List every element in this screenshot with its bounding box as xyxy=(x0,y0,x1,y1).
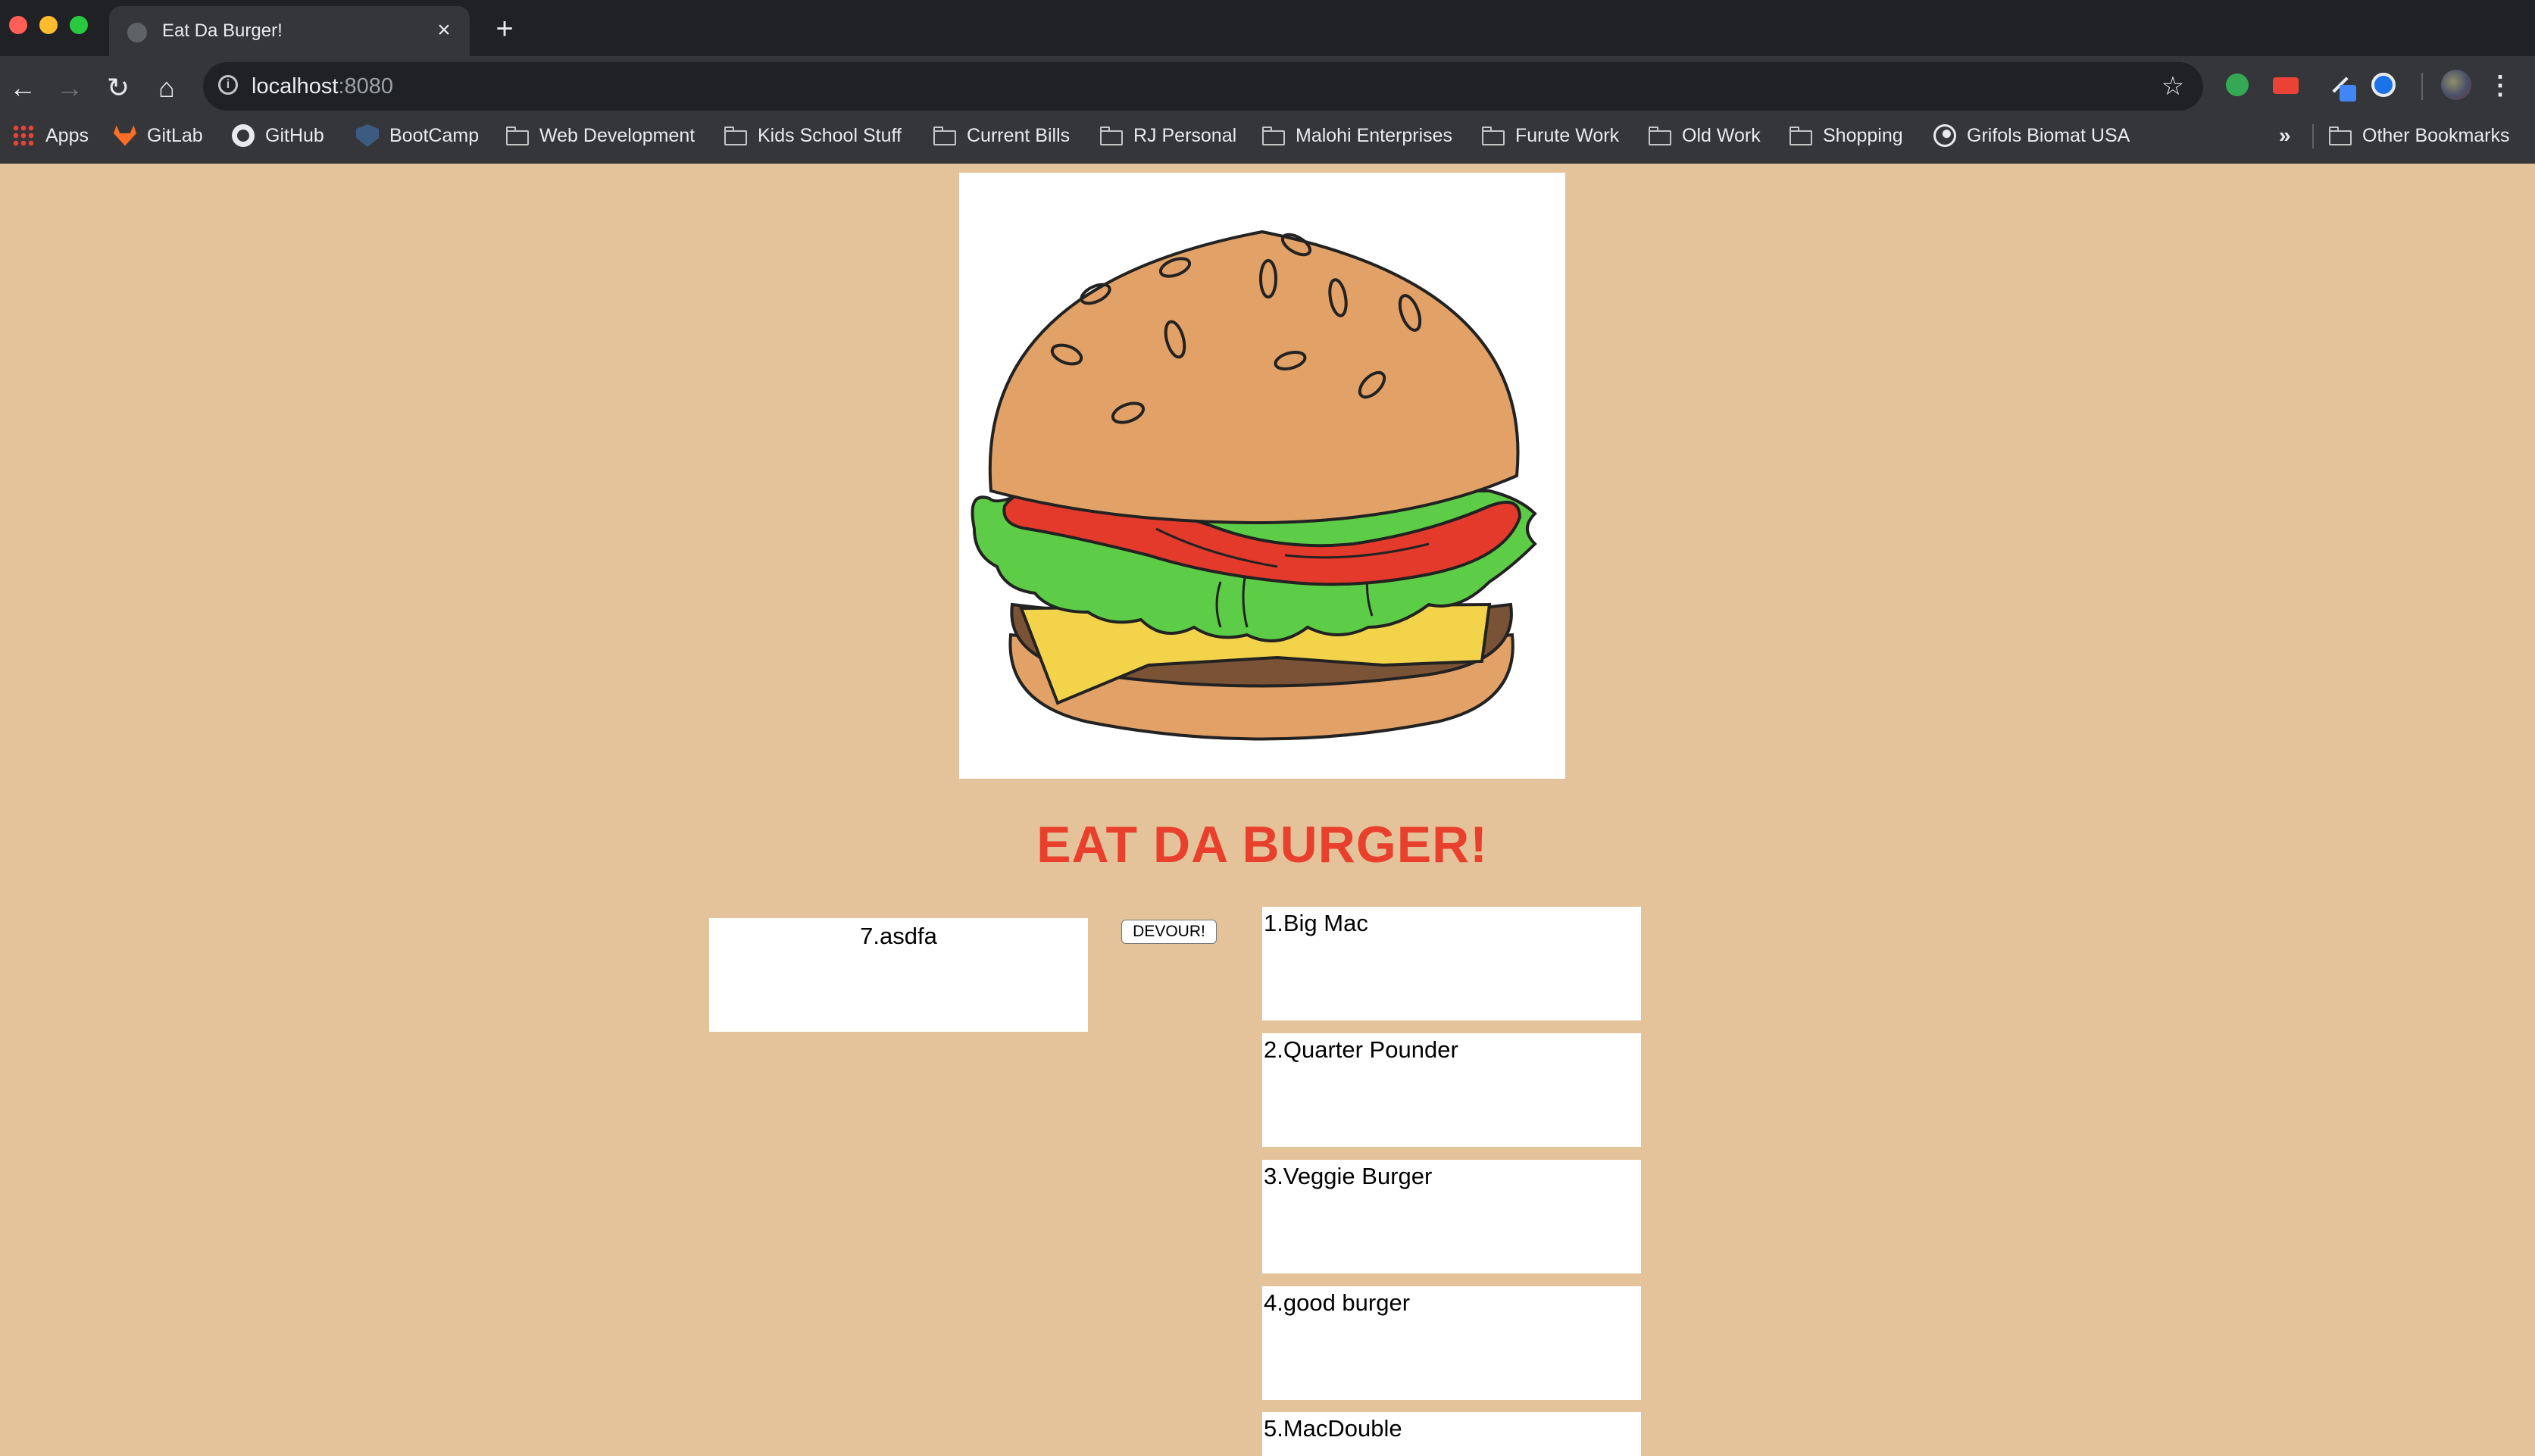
folder-icon xyxy=(933,124,956,147)
devoured-burger-item: 5.MacDouble xyxy=(1262,1412,1641,1456)
folder-icon xyxy=(2329,124,2352,147)
toolbar-divider xyxy=(2421,73,2423,100)
bookmark-label: Grifols Biomat USA xyxy=(1967,124,2130,146)
bookmark-gitlab[interactable]: GitLab xyxy=(114,117,203,155)
folder-icon xyxy=(1482,124,1505,147)
bookmark-kids-school-stuff[interactable]: Kids School Stuff xyxy=(724,117,902,155)
url-text[interactable]: localhost:8080 xyxy=(252,73,393,100)
url-host: localhost xyxy=(252,74,339,98)
burger-illustration xyxy=(959,173,1565,779)
browser-menu-icon[interactable]: ⋮ xyxy=(2485,67,2515,105)
pen-extension-icon[interactable] xyxy=(2326,71,2356,102)
browser-title-bar: Eat Da Burger! × + xyxy=(0,0,2535,56)
folder-icon xyxy=(506,124,529,147)
maximize-window-button[interactable] xyxy=(70,16,88,34)
red-extension-icon[interactable] xyxy=(2273,77,2299,94)
profile-avatar[interactable] xyxy=(2441,70,2471,100)
github-icon xyxy=(232,124,255,147)
forward-button[interactable]: → xyxy=(47,65,92,111)
home-button[interactable]: ⌂ xyxy=(144,65,189,111)
site-info-icon[interactable]: i xyxy=(218,75,238,95)
gitlab-icon xyxy=(114,125,136,146)
new-tab-button[interactable]: + xyxy=(486,12,523,48)
bookmark-other-bookmarks[interactable]: Other Bookmarks xyxy=(2329,117,2510,155)
bookmark-rj-personal[interactable]: RJ Personal xyxy=(1100,117,1236,155)
bookmarks-bar: Apps GitLab GitHub BootCamp Web Developm… xyxy=(0,117,2535,155)
devoured-burger-item: 1.Big Mac xyxy=(1262,907,1641,1020)
bookmark-label: Apps xyxy=(45,124,89,146)
bookmark-label: Malohi Enterprises xyxy=(1296,124,1453,146)
bookmark-label: Shopping xyxy=(1823,124,1903,146)
bookmark-label: Kids School Stuff xyxy=(758,124,902,146)
globe-icon xyxy=(1933,124,1956,147)
bookmark-star-icon[interactable]: ☆ xyxy=(2156,70,2190,103)
bookmarks-divider xyxy=(2312,124,2314,148)
browser-toolbar: ← → ↻ ⌂ i localhost:8080 ☆ ⋮ Apps GitLab… xyxy=(0,56,2535,164)
reload-button[interactable]: ↻ xyxy=(95,65,141,111)
bookmarks-overflow-icon[interactable]: » xyxy=(2279,117,2291,155)
browser-tab[interactable]: Eat Da Burger! × xyxy=(109,6,470,56)
bookmark-bootcamp[interactable]: BootCamp xyxy=(356,117,479,155)
bookmark-label: Old Work xyxy=(1682,124,1761,146)
tab-title: Eat Da Burger! xyxy=(162,20,283,41)
blue-extension-icon[interactable] xyxy=(2371,73,2396,97)
burger-image xyxy=(971,230,1537,741)
close-window-button[interactable] xyxy=(9,16,27,34)
folder-icon xyxy=(1262,124,1285,147)
bookmark-malohi-enterprises[interactable]: Malohi Enterprises xyxy=(1262,117,1452,155)
bookmark-label: Current Bills xyxy=(967,124,1071,146)
url-port: :8080 xyxy=(338,74,394,98)
bookmark-github[interactable]: GitHub xyxy=(232,117,324,155)
bookmark-label: BootCamp xyxy=(389,124,480,146)
apps-grid-icon xyxy=(12,124,35,147)
bookmark-label: Web Development xyxy=(539,124,695,146)
bootcamp-icon xyxy=(356,124,379,147)
bookmark-label: GitLab xyxy=(147,124,203,146)
devoured-burger-item: 4.good burger xyxy=(1262,1286,1641,1400)
tab-close-icon[interactable]: × xyxy=(429,15,459,45)
folder-icon xyxy=(1649,124,1671,147)
folder-icon xyxy=(1100,124,1123,147)
bookmark-old-work[interactable]: Old Work xyxy=(1649,117,1761,155)
bookmark-label: Other Bookmarks xyxy=(2362,124,2510,146)
bookmark-grifols-biomat-usa[interactable]: Grifols Biomat USA xyxy=(1933,117,2130,155)
bookmark-label: RJ Personal xyxy=(1133,124,1237,146)
bookmark-apps[interactable]: Apps xyxy=(12,117,89,155)
minimize-window-button[interactable] xyxy=(39,16,58,34)
bookmark-web-development[interactable]: Web Development xyxy=(506,117,695,155)
folder-icon xyxy=(724,124,747,147)
bookmark-label: GitHub xyxy=(265,124,324,146)
folder-icon xyxy=(1790,124,1812,147)
bookmark-current-bills[interactable]: Current Bills xyxy=(933,117,1070,155)
devour-button[interactable]: DEVOUR! xyxy=(1121,920,1217,944)
address-bar[interactable]: i localhost:8080 ☆ xyxy=(203,62,2203,111)
green-extension-icon[interactable] xyxy=(2226,73,2249,96)
page-title: EAT DA BURGER! xyxy=(1036,816,1488,873)
bookmark-shopping[interactable]: Shopping xyxy=(1790,117,1903,155)
bookmark-furute-work[interactable]: Furute Work xyxy=(1482,117,1619,155)
tab-favicon-icon xyxy=(127,23,147,42)
devoured-burger-item: 3.Veggie Burger xyxy=(1262,1160,1641,1273)
bookmark-label: Furute Work xyxy=(1515,124,1620,146)
back-button[interactable]: ← xyxy=(0,65,45,111)
devoured-burger-item: 2.Quarter Pounder xyxy=(1262,1033,1641,1147)
undevoured-burger-item: 7.asdfa xyxy=(709,918,1088,1032)
